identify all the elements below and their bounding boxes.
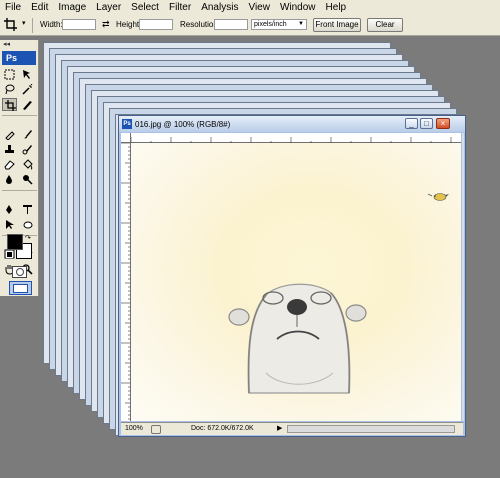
chevron-down-icon: ▼ — [298, 21, 304, 27]
status-arrow-icon[interactable]: ▶ — [277, 423, 282, 435]
divider — [2, 190, 37, 191]
doc-size: Doc: 672.0K/672.0K — [191, 425, 254, 432]
separator — [32, 18, 33, 33]
vertical-ruler-ticks — [121, 142, 130, 420]
ps-doc-icon: Ps — [122, 119, 132, 129]
vertical-ruler[interactable] — [121, 142, 131, 421]
resolution-units-select[interactable]: pixels/inch ▼ — [251, 19, 307, 30]
default-colors-icon[interactable] — [6, 251, 13, 258]
swap-colors-icon[interactable]: ↷ — [25, 234, 31, 242]
swap-dimensions-icon[interactable]: ⇄ — [102, 19, 110, 30]
toolbox-panel: ◂◂ Ps ↷ — [0, 40, 39, 296]
clear-button[interactable]: Clear — [367, 18, 403, 32]
screen-mode-button[interactable] — [9, 281, 32, 295]
divider — [2, 115, 37, 116]
clone-stamp-icon — [5, 145, 14, 153]
chevron-down-icon[interactable]: ▾ — [22, 19, 26, 27]
brush-icon — [24, 130, 32, 139]
crop-icon — [5, 100, 16, 111]
bird-drawing — [427, 193, 449, 201]
menu-analysis[interactable]: Analysis — [196, 0, 243, 16]
horizontal-ruler[interactable] — [130, 133, 461, 146]
crop-tool-preset-icon[interactable] — [4, 18, 20, 32]
clone-stamp-tool[interactable] — [2, 143, 17, 156]
foreground-color-swatch[interactable] — [7, 234, 23, 250]
paint-bucket-icon — [23, 159, 33, 170]
zoom-level[interactable]: 100% — [125, 423, 143, 435]
height-field[interactable] — [139, 19, 173, 30]
dodge-icon — [23, 175, 33, 185]
pen-tool[interactable] — [2, 203, 17, 216]
quick-mask-icon — [16, 268, 24, 276]
quick-mask-button[interactable] — [12, 266, 27, 278]
paint-bucket-tool[interactable] — [20, 158, 35, 171]
menu-file[interactable]: File — [0, 0, 26, 16]
eraser-icon — [4, 160, 15, 170]
options-bar: ▾ Width: ⇄ Height: Resolution: pixels/in… — [0, 16, 500, 36]
magic-wand-icon — [22, 84, 33, 95]
eraser-tool[interactable] — [2, 158, 17, 171]
menu-view[interactable]: View — [243, 0, 275, 16]
status-bar: 100% Doc: 672.0K/672.0K ▶ — [121, 422, 463, 435]
horizontal-scrollbar[interactable] — [287, 425, 455, 433]
move-icon — [23, 70, 30, 79]
marquee-tool[interactable] — [2, 68, 17, 81]
healing-brush-tool[interactable] — [2, 128, 17, 141]
marquee-icon — [4, 69, 15, 80]
type-icon — [23, 205, 32, 214]
menu-window[interactable]: Window — [275, 0, 321, 16]
menu-image[interactable]: Image — [53, 0, 91, 16]
menu-bar: File Edit Image Layer Select Filter Anal… — [0, 0, 500, 17]
close-button[interactable]: × — [436, 118, 450, 129]
resolution-field[interactable] — [214, 19, 248, 30]
image-canvas[interactable] — [131, 143, 461, 421]
lasso-tool[interactable] — [2, 83, 17, 96]
path-selection-icon — [6, 220, 14, 229]
minimize-button[interactable]: _ — [405, 118, 418, 129]
front-image-button[interactable]: Front Image — [313, 18, 361, 32]
ps-logo[interactable]: Ps — [2, 51, 36, 65]
crop-tool[interactable] — [2, 98, 17, 111]
document-window: Ps 016.jpg @ 100% (RGB/8#) _ □ × 100% Do… — [118, 115, 466, 437]
toolbox-collapse-button[interactable]: ◂◂ — [0, 40, 38, 49]
slice-icon — [23, 101, 32, 110]
document-title: 016.jpg @ 100% (RGB/8#) — [135, 119, 231, 129]
status-menu-icon[interactable] — [151, 425, 161, 434]
vertical-scrollbar[interactable] — [462, 133, 464, 421]
bear-illustration — [228, 193, 449, 394]
magic-wand-tool[interactable] — [20, 83, 35, 96]
pen-icon — [6, 205, 12, 214]
menu-layer[interactable]: Layer — [91, 0, 126, 16]
path-selection-tool[interactable] — [2, 218, 17, 231]
ruler-origin[interactable] — [121, 133, 131, 143]
brush-tool[interactable] — [20, 128, 35, 141]
menu-help[interactable]: Help — [321, 0, 352, 16]
width-label: Width: — [40, 20, 63, 29]
blur-icon — [6, 175, 12, 184]
menu-edit[interactable]: Edit — [26, 0, 53, 16]
move-tool[interactable] — [20, 68, 35, 81]
slice-tool[interactable] — [20, 98, 35, 111]
resolution-units-value: pixels/inch — [254, 21, 287, 28]
maximize-button[interactable]: □ — [420, 118, 433, 129]
history-brush-tool[interactable] — [20, 143, 35, 156]
menu-filter[interactable]: Filter — [164, 0, 196, 16]
screen-mode-icon — [13, 284, 28, 293]
blur-tool[interactable] — [2, 173, 17, 186]
dodge-tool[interactable] — [20, 173, 35, 186]
lasso-icon — [5, 84, 15, 95]
width-field[interactable] — [62, 19, 96, 30]
bear-drawing — [228, 283, 367, 394]
height-label: Height: — [116, 20, 142, 29]
history-brush-icon — [22, 145, 32, 155]
color-swatches: ↷ — [6, 234, 32, 259]
menu-select[interactable]: Select — [126, 0, 164, 16]
shape-tool[interactable] — [20, 218, 35, 231]
document-titlebar[interactable]: Ps 016.jpg @ 100% (RGB/8#) _ □ × — [119, 116, 465, 132]
shape-icon — [23, 221, 33, 229]
healing-brush-icon — [5, 131, 15, 140]
type-tool[interactable] — [20, 203, 35, 216]
